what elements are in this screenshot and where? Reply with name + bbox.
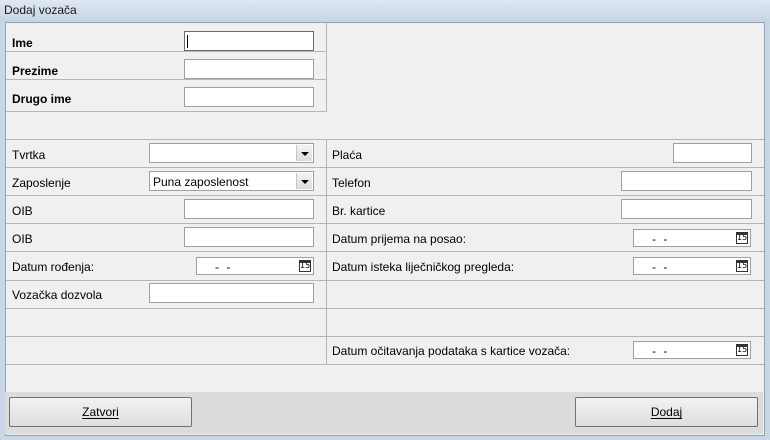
chevron-down-icon[interactable] <box>296 173 312 189</box>
lijecnicki-label: Datum isteka liječničkog pregleda: <box>332 260 515 274</box>
vozacka-input[interactable] <box>149 283 314 303</box>
kartica-input[interactable] <box>621 199 752 219</box>
zaposlenje-label: Zaposlenje <box>12 176 71 190</box>
placa-input[interactable] <box>673 143 752 163</box>
oib-label-2: OIB <box>12 232 33 246</box>
add-button-label: Dodaj <box>650 405 683 419</box>
lijecnicki-picker[interactable]: - - 15 <box>633 257 751 275</box>
text-caret <box>187 35 188 48</box>
telefon-label: Telefon <box>332 176 371 190</box>
divider <box>6 195 764 196</box>
calendar-icon[interactable]: 15 <box>736 344 748 356</box>
oib-input-1[interactable] <box>184 199 314 219</box>
divider <box>6 336 764 337</box>
title-bar: Dodaj vozača <box>0 0 770 22</box>
window-title: Dodaj vozača <box>4 3 77 17</box>
divider <box>6 251 764 252</box>
dialog-window: Ime Prezime Drugo ime Tvrtka Zaposlenje … <box>5 22 765 436</box>
datum-rodjenja-label: Datum rođenja: <box>12 260 95 274</box>
prijem-value: - - <box>652 232 670 246</box>
prijem-label: Datum prijema na posao: <box>332 232 467 246</box>
calendar-icon[interactable]: 15 <box>736 232 748 244</box>
ocitavanje-value: - - <box>652 344 670 358</box>
datum-rodjenja-picker[interactable]: - - 15 <box>196 257 314 275</box>
prezime-label: Prezime <box>12 64 59 78</box>
chevron-down-icon[interactable] <box>296 145 312 161</box>
kartica-label: Br. kartice <box>332 204 386 218</box>
telefon-input[interactable] <box>621 171 752 191</box>
ime-input[interactable] <box>184 31 314 51</box>
oib-label-1: OIB <box>12 204 33 218</box>
divider <box>6 280 764 281</box>
placa-label: Plaća <box>332 148 363 162</box>
vozacka-label: Vozačka dozvola <box>12 288 103 302</box>
ime-label: Ime <box>12 36 33 50</box>
calendar-icon[interactable]: 15 <box>736 260 748 272</box>
divider <box>6 139 764 140</box>
close-button[interactable]: Zatvori <box>9 397 192 427</box>
drugo-ime-input[interactable] <box>184 87 314 107</box>
divider <box>6 364 764 365</box>
divider <box>6 308 764 309</box>
zaposlenje-dropdown[interactable]: Puna zaposlenost <box>149 171 314 191</box>
tvrtka-dropdown[interactable] <box>149 143 314 163</box>
drugo-ime-label: Drugo ime <box>12 92 72 106</box>
datum-rodjenja-value: - - <box>215 260 233 274</box>
divider <box>6 111 326 112</box>
tvrtka-label: Tvrtka <box>12 148 46 162</box>
lijecnicki-value: - - <box>652 260 670 274</box>
prijem-picker[interactable]: - - 15 <box>633 229 751 247</box>
divider <box>6 79 326 80</box>
add-button[interactable]: Dodaj <box>575 397 758 427</box>
oib-input-2[interactable] <box>184 227 314 247</box>
ocitavanje-label: Datum očitavanja podataka s kartice voza… <box>332 344 571 358</box>
prezime-input[interactable] <box>184 59 314 79</box>
divider <box>6 223 764 224</box>
divider <box>6 167 764 168</box>
ocitavanje-picker[interactable]: - - 15 <box>633 341 751 359</box>
divider <box>6 51 326 52</box>
calendar-icon[interactable]: 15 <box>299 260 311 272</box>
divider <box>326 23 327 112</box>
button-bar: Zatvori Dodaj <box>5 392 763 434</box>
close-button-label: Zatvori <box>82 405 119 419</box>
zaposlenje-value: Puna zaposlenost <box>153 175 249 189</box>
divider <box>326 139 327 365</box>
